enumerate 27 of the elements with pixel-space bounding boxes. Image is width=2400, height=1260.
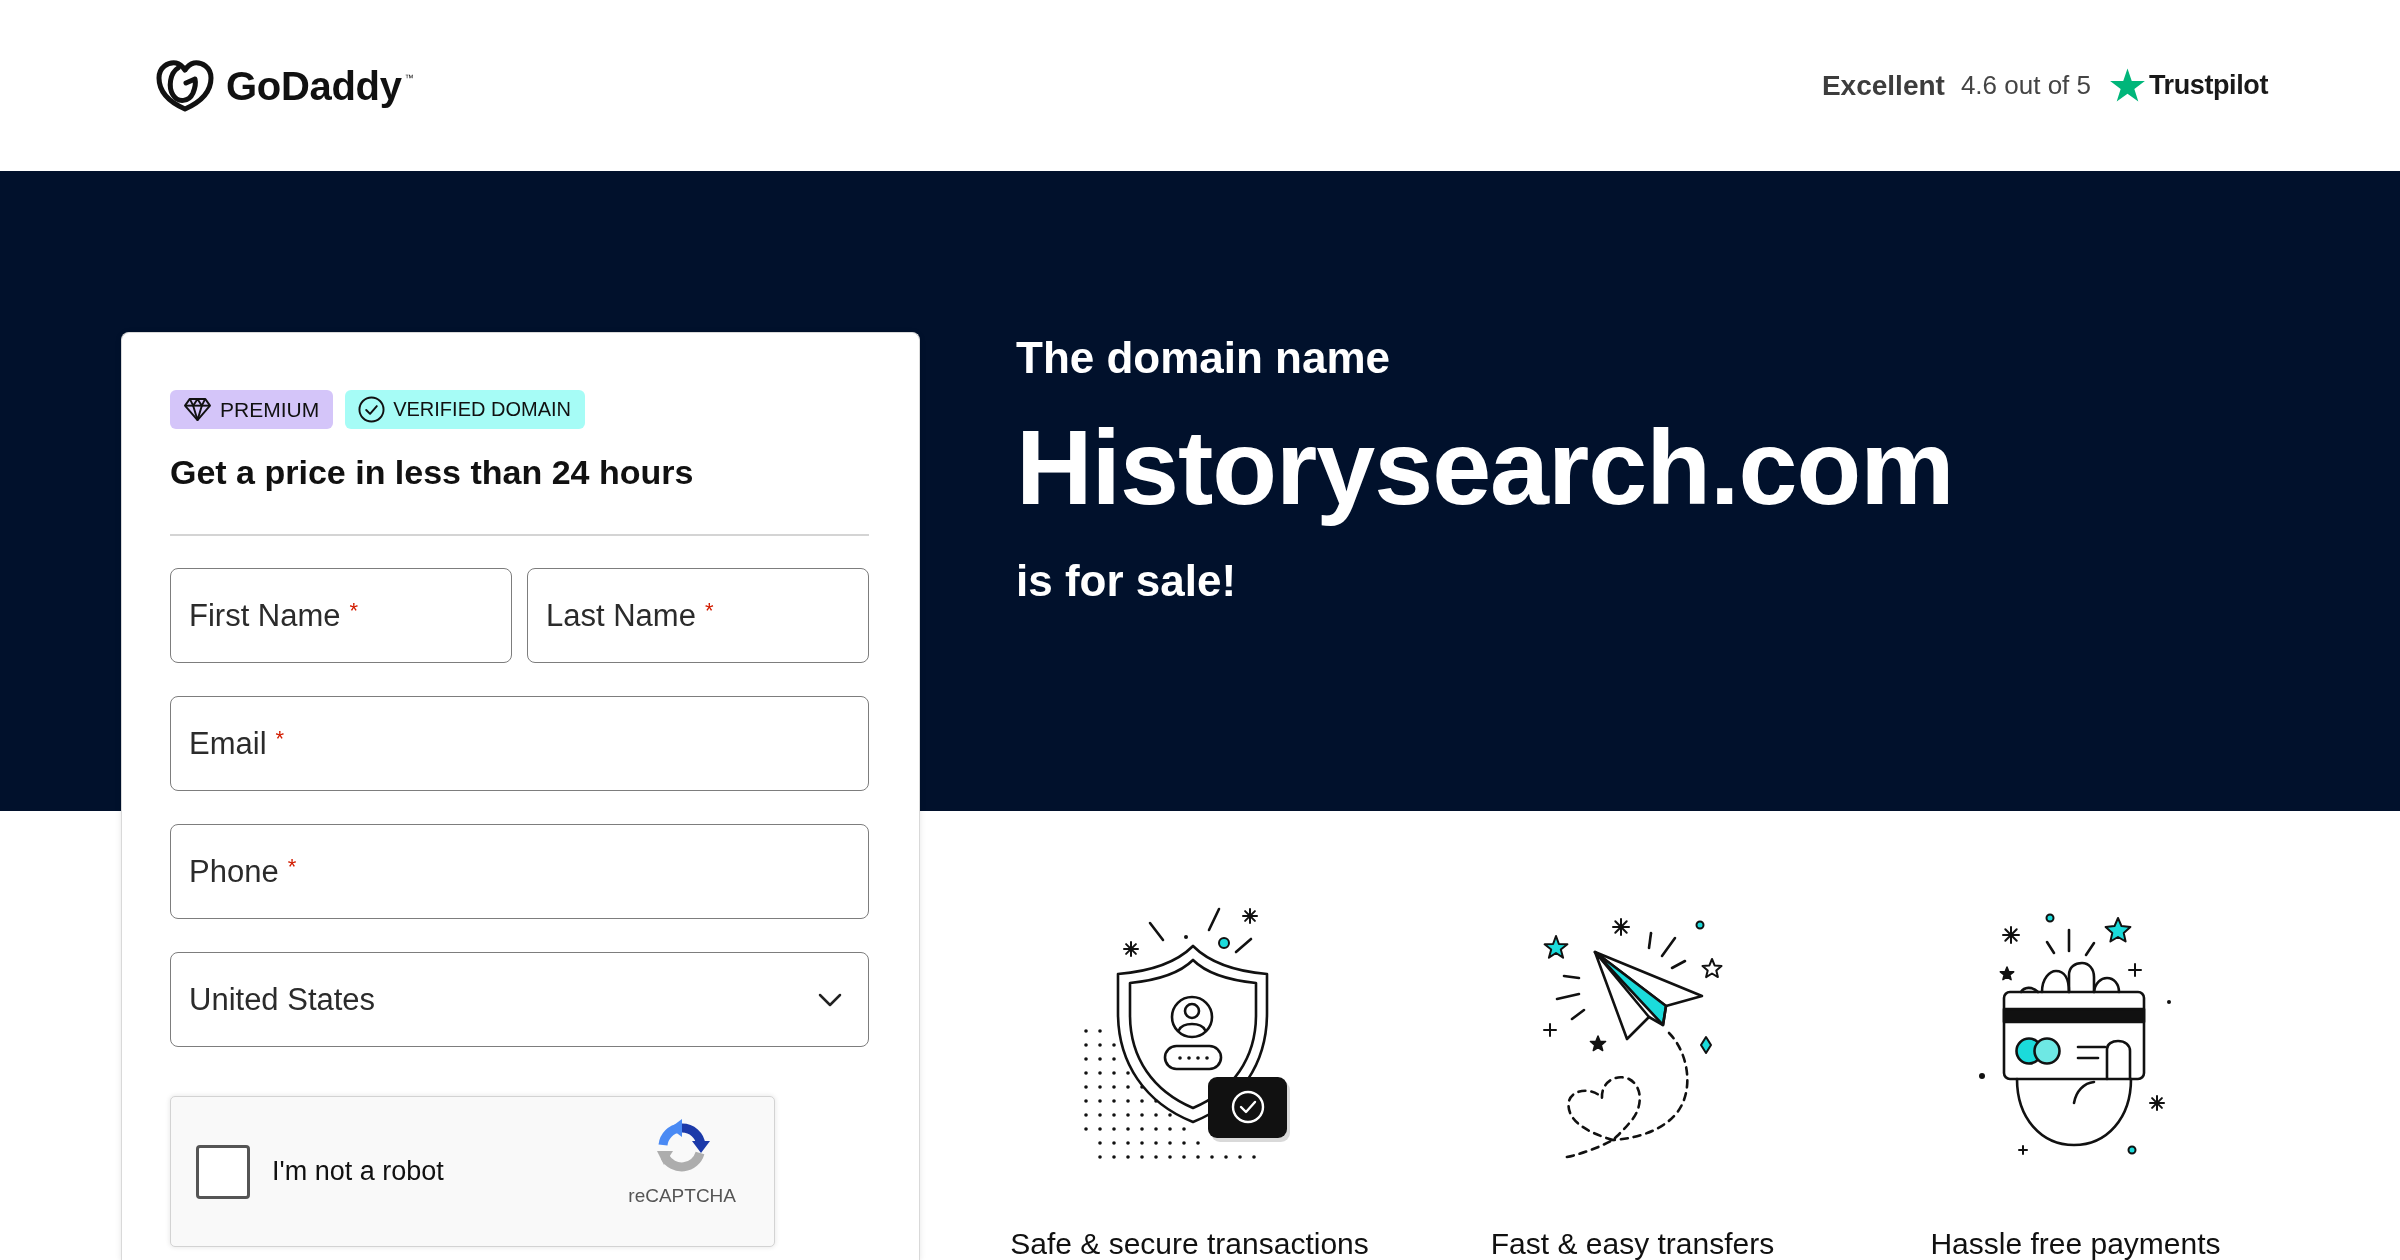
input-field[interactable]: First Name $^{*}$	[170, 568, 512, 663]
domain-name: Historysearch.com	[1016, 407, 1954, 528]
checkbox[interactable]	[196, 1144, 250, 1199]
brand-name: Trustpilot	[2149, 70, 2268, 101]
captcha-label: I'm not a robot	[272, 1156, 444, 1187]
badge-label: VERIFIED DOMAIN	[393, 398, 571, 421]
feature-label: Hassle free payments	[1930, 1226, 2221, 1260]
form-title: Get a price in less than 24 hours	[170, 452, 694, 493]
rating-score: 4.6 out of 5	[1960, 70, 2091, 101]
input-field[interactable]: Phone $^{*}$	[170, 824, 869, 919]
diamond-icon	[183, 397, 212, 422]
heart-logo-icon	[155, 58, 215, 113]
select-field[interactable]: United States	[170, 952, 869, 1047]
feature-label: Safe & secure transactions	[1010, 1226, 1369, 1260]
input-field[interactable]: Last Name $^{*}$	[527, 568, 869, 663]
hero-outro: is for sale!	[1016, 555, 1237, 607]
trademark-symbol: ™	[404, 72, 414, 83]
logo-text: GoDaddy	[226, 62, 402, 110]
badge-label: PREMIUM	[220, 397, 320, 422]
chevron-down-icon	[818, 992, 842, 1007]
star-icon	[2109, 68, 2146, 103]
hero-intro: The domain name	[1016, 332, 1391, 384]
captcha-brand: reCAPTCHA	[628, 1185, 736, 1207]
rating-label: Excellent	[1821, 69, 1945, 102]
input-field[interactable]: Email $^{*}$	[170, 696, 869, 791]
feature-label: Fast & easy transfers	[1490, 1226, 1775, 1260]
check-circle-icon	[358, 396, 386, 423]
